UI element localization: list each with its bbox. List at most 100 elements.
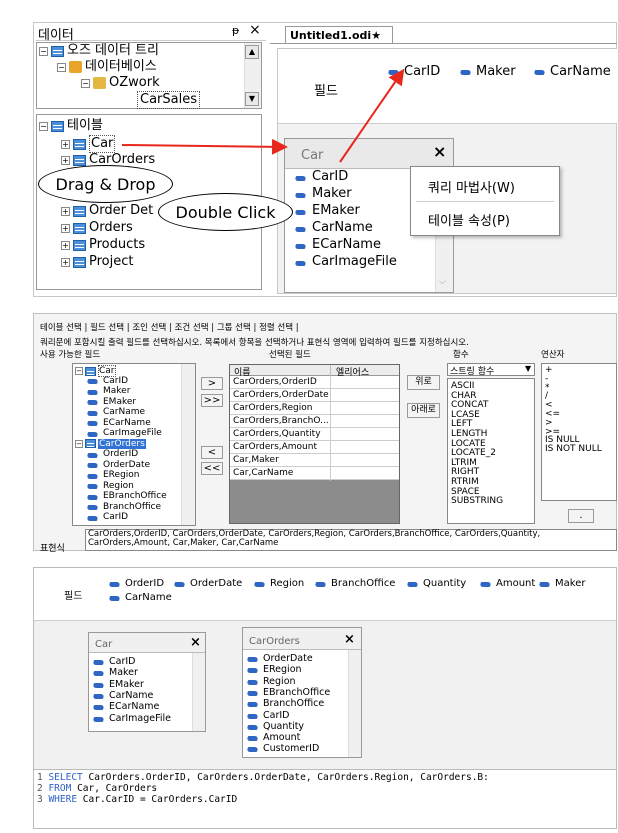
box-field[interactable]: Region xyxy=(247,676,296,687)
box-field[interactable]: EMaker xyxy=(93,679,144,690)
function-item[interactable]: LOCATE_2 xyxy=(451,448,496,458)
table-row[interactable]: CarOrders,OrderDate xyxy=(230,389,399,402)
scrollbar[interactable] xyxy=(348,650,361,757)
wizard-tabs[interactable]: 테이블 선택 | 필드 선택 | 조인 선택 | 조건 선택 | 그룹 선택 |… xyxy=(40,321,299,333)
table-box-car[interactable]: Car × CarID Maker EMaker CarName ECarName Car… xyxy=(88,632,206,732)
sql-editor[interactable]: 1 SELECT CarOrders.OrderID, CarOrders.Or… xyxy=(34,769,616,815)
remove-button[interactable]: < xyxy=(201,446,223,459)
tree-item-label: EMaker xyxy=(103,396,137,407)
move-up-button[interactable]: 위로 xyxy=(407,375,440,390)
tree-item-field[interactable]: OrderDate xyxy=(87,460,150,470)
box-field[interactable]: OrderDate xyxy=(247,653,313,664)
box-field[interactable]: Maker xyxy=(93,667,138,678)
function-item[interactable]: CONCAT xyxy=(451,400,488,410)
scrollbar[interactable] xyxy=(181,364,195,525)
field-chip[interactable]: Quantity xyxy=(407,578,466,589)
box-field[interactable]: BranchOffice xyxy=(247,698,324,709)
close-icon[interactable]: × xyxy=(190,635,201,650)
remove-all-button[interactable]: << xyxy=(201,462,223,475)
field-icon xyxy=(93,702,107,711)
tree-item-label: CarImageFile xyxy=(103,428,162,438)
function-item[interactable]: CHAR xyxy=(451,391,476,401)
box-field[interactable]: CarID xyxy=(247,710,289,721)
scrollbar[interactable] xyxy=(192,653,205,731)
grid-col-divider xyxy=(330,467,331,480)
field-chip[interactable]: OrderID xyxy=(109,578,164,589)
field-chip[interactable]: Amount xyxy=(480,578,535,589)
add-all-button[interactable]: >> xyxy=(201,394,223,407)
box-field[interactable]: Amount xyxy=(247,732,300,743)
grid-col-divider xyxy=(330,402,331,415)
table-box-title: CarOrders xyxy=(249,636,300,647)
tree-item-field[interactable]: ECarName xyxy=(87,418,151,428)
table-row[interactable]: CarOrders,OrderID xyxy=(230,376,399,389)
field-chip[interactable]: Region xyxy=(254,578,304,589)
table-row[interactable]: CarOrders,Quantity xyxy=(230,428,399,441)
tree-item-field[interactable]: EMaker xyxy=(87,397,136,407)
field-chip[interactable]: OrderDate xyxy=(174,578,242,589)
callout-double-click: Double Click xyxy=(158,193,293,231)
box-field-label: Quantity xyxy=(263,720,305,732)
field-chip[interactable]: CarName xyxy=(109,592,172,603)
chevron-down-icon[interactable]: ▼ xyxy=(525,364,531,373)
tree-item-field[interactable]: CarImageFile xyxy=(87,428,162,438)
function-item[interactable]: LCASE xyxy=(451,410,480,420)
box-field[interactable]: Quantity xyxy=(247,721,304,732)
function-item[interactable]: SPACE xyxy=(451,487,480,497)
available-fields-tree: − Car CarID Maker EMaker CarName ECarName CarIm… xyxy=(72,363,196,526)
table-row[interactable]: CarOrders,Amount xyxy=(230,441,399,454)
table-row[interactable]: Car,Maker xyxy=(230,454,399,467)
box-field[interactable]: CarImageFile xyxy=(93,713,171,724)
box-field[interactable]: CustomerID xyxy=(247,743,319,754)
tree-item-field[interactable]: OrderID xyxy=(87,449,138,459)
box-field-label: CarImageFile xyxy=(109,712,172,724)
dot-button[interactable]: . xyxy=(568,509,594,523)
sql-text: Car.CarID = CarOrders.CarID xyxy=(77,794,238,805)
field-chip[interactable]: Maker xyxy=(539,578,585,589)
tree-item-field[interactable]: CarID xyxy=(87,512,128,522)
function-select[interactable]: 스트링 함수 ▼ xyxy=(447,363,535,377)
field-icon xyxy=(247,654,261,663)
field-chip[interactable]: BranchOffice xyxy=(315,578,395,589)
field-icon xyxy=(87,429,101,438)
table-box-carorders[interactable]: CarOrders × OrderDate ERegion Region EBranc… xyxy=(242,627,362,758)
field-icon xyxy=(539,579,553,588)
box-field[interactable]: CarName xyxy=(93,690,153,701)
tree-item-field[interactable]: BranchOffice xyxy=(87,502,161,512)
tree-item-label: CarOrders xyxy=(98,438,146,449)
tree-item-field[interactable]: CarName xyxy=(87,407,145,417)
function-item[interactable]: LOCATE xyxy=(451,439,486,449)
box-field[interactable]: ECarName xyxy=(93,701,159,712)
tree-item-field[interactable]: Region xyxy=(87,481,134,491)
box-field[interactable]: CarID xyxy=(93,656,135,667)
tree-item-field[interactable]: CarID xyxy=(87,376,128,386)
table-row[interactable]: CarOrders,BranchO... xyxy=(230,415,399,428)
tree-item-field[interactable]: EBranchOffice xyxy=(87,491,167,501)
add-button[interactable]: > xyxy=(201,377,223,390)
operator-item[interactable]: IS NOT NULL xyxy=(545,444,602,454)
expression-line: CarOrders,Amount, Car,Maker, Car,CarName xyxy=(88,538,279,548)
close-icon[interactable]: × xyxy=(344,632,355,647)
expression-field[interactable]: CarOrders,OrderID, CarOrders,OrderDate, … xyxy=(85,529,617,551)
function-item[interactable]: LEFT xyxy=(451,419,472,429)
tree-item-field[interactable]: ERegion xyxy=(87,470,140,480)
function-item[interactable]: RIGHT xyxy=(451,467,479,477)
function-item[interactable]: RTRIM xyxy=(451,477,479,487)
field-icon xyxy=(87,492,101,501)
box-field[interactable]: ERegion xyxy=(247,664,302,675)
field-chip-label: OrderID xyxy=(125,578,165,589)
box-field[interactable]: EBranchOffice xyxy=(247,687,330,698)
collapse-icon[interactable]: − xyxy=(75,439,83,448)
tree-item-field[interactable]: Maker xyxy=(87,386,130,396)
function-item[interactable]: ASCII xyxy=(451,381,474,391)
line-number: 3 xyxy=(37,794,49,805)
field-icon xyxy=(109,593,123,602)
collapse-icon[interactable]: − xyxy=(75,367,83,375)
function-item[interactable]: LENGTH xyxy=(451,429,487,439)
move-down-button[interactable]: 아래로 xyxy=(407,403,440,418)
function-item[interactable]: SUBSTRING xyxy=(451,496,503,506)
function-item[interactable]: LTRIM xyxy=(451,458,477,468)
tree-item-table[interactable]: − CarOrders xyxy=(75,438,146,449)
table-row[interactable]: CarOrders,Region xyxy=(230,402,399,415)
table-row[interactable]: Car,CarName xyxy=(230,467,399,480)
